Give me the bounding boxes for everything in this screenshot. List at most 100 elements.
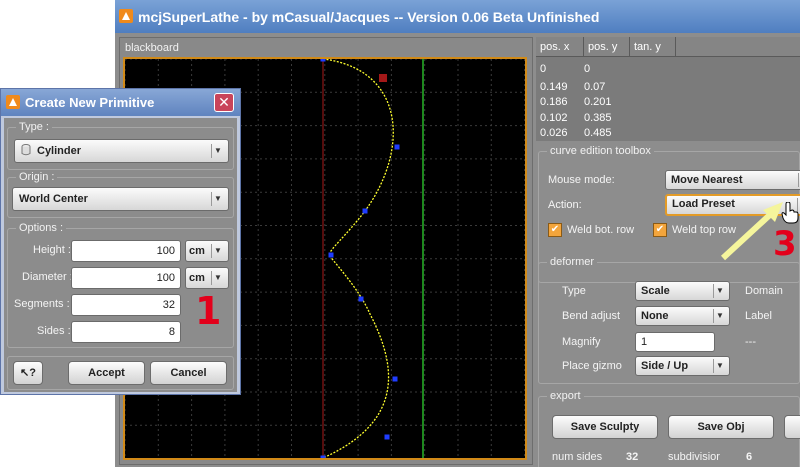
place-gizmo-dropdown[interactable]: Side / Up ▼ [635,356,730,376]
type-dropdown[interactable]: Cylinder ▼ [14,139,229,163]
cylinder-icon [21,144,31,156]
title-bar[interactable]: mcjSuperLathe - by mCasual/Jacques -- Ve… [115,0,800,33]
mouse-mode-dropdown[interactable]: Move Nearest ▼ [665,170,800,190]
deformer-type-dropdown[interactable]: Scale ▼ [635,281,730,301]
segments-input[interactable]: 32 [71,294,181,316]
height-unit-dropdown[interactable]: cm ▼ [185,240,229,262]
type-value: Cylinder [37,145,82,157]
options-group: Options : Height : 100 cm ▼ Diameter : 1… [7,222,234,348]
app-icon [6,95,20,109]
cell-pos-y: 0.201 [584,96,612,108]
check-icon: ✔ [550,224,560,235]
accept-button[interactable]: Accept [68,361,145,385]
help-label: ? [29,367,36,379]
help-cursor-icon: ↖ [20,367,30,379]
cell-pos-y: 0 [584,63,591,75]
cell-pos-x: 0.102 [540,112,568,124]
control-point[interactable] [394,144,400,150]
dash-value: --- [745,336,756,348]
bend-adjust-value: None [641,310,669,322]
place-gizmo-value: Side / Up [641,360,689,372]
height-unit-value: cm [189,245,205,257]
origin-group-title: Origin : [16,171,58,183]
control-point[interactable] [362,208,368,214]
control-point[interactable] [358,296,364,302]
magnify-input[interactable]: 1 [635,332,715,352]
dropdown-arrow-icon: ▼ [211,271,224,285]
bend-adjust-label: Bend adjust [562,310,621,322]
diameter-label: Diameter : [22,271,73,283]
dropdown-arrow-icon: ▼ [713,284,726,298]
subdivision-value: 6 [746,451,753,463]
weld-bottom-checkbox[interactable]: ✔ [548,223,562,237]
origin-value: World Center [19,193,88,205]
position-table: pos. x pos. y tan. y 0 0 0.149 0.07 0.18… [536,37,800,141]
cell-pos-x: 0.186 [540,96,568,108]
origin-dropdown[interactable]: World Center ▼ [12,187,229,211]
diameter-unit-dropdown[interactable]: cm ▼ [185,267,229,289]
weld-bottom-label: Weld bot. row [567,224,635,236]
type-group: Type : Cylinder ▼ [7,121,234,170]
dropdown-arrow-icon: ▼ [713,359,726,373]
mouse-mode-value: Move Nearest [671,174,743,186]
height-label: Height : [33,244,71,256]
deformer-type-value: Scale [641,285,670,297]
cell-pos-x: 0.149 [540,81,568,93]
dialog-title-bar[interactable]: Create New Primitive ✕ [1,89,240,116]
dropdown-arrow-icon: ▼ [211,192,224,206]
dropdown-arrow-icon: ▼ [211,144,224,158]
window-title: mcjSuperLathe - by mCasual/Jacques -- Ve… [138,9,600,25]
dialog-body: Type : Cylinder ▼ Origin : World Center … [4,118,237,392]
check-icon: ✔ [655,224,665,235]
control-point[interactable] [384,434,390,440]
curve-toolbox-title: curve edition toolbox [547,145,654,157]
blackboard-label: blackboard [125,42,179,54]
segments-label: Segments : [14,298,70,310]
export-title: export [547,390,584,402]
sides-input[interactable]: 8 [71,321,181,343]
dialog-title: Create New Primitive [25,95,155,110]
magnify-label: Magnify [562,336,601,348]
deformer-group: deformer Type Scale ▼ Domain Bend adjust… [538,256,800,384]
step-1-annotation: 1 [195,289,222,333]
selected-control-point[interactable] [379,74,387,82]
create-primitive-dialog: Create New Primitive ✕ Type : Cylinder ▼… [0,88,241,395]
hand-cursor-icon [781,202,799,224]
control-point[interactable] [320,455,326,459]
help-button[interactable]: ↖? [13,361,43,385]
cancel-button[interactable]: Cancel [150,361,227,385]
action-label: Action: [548,199,582,211]
label-label: Label [745,310,772,322]
column-header-tan-y[interactable]: tan. y [630,37,676,57]
save-sculpty-button[interactable]: Save Sculpty [552,415,658,439]
close-button[interactable]: ✕ [214,93,234,112]
options-group-title: Options : [16,222,67,234]
column-header-blank [676,37,800,57]
step-3-annotation: 3 [773,224,797,264]
control-point[interactable] [328,252,334,258]
cell-pos-y: 0.385 [584,112,612,124]
mouse-mode-label: Mouse mode: [548,174,615,186]
diameter-unit-value: cm [189,272,205,284]
diameter-input[interactable]: 100 [71,267,181,289]
dialog-buttons-group: ↖? Accept Cancel [7,356,234,390]
num-sides-label: num sides [552,451,603,463]
column-header-pos-y[interactable]: pos. y [584,37,630,57]
export-group: export Save Sculpty Save Obj num sides 3… [538,390,800,467]
close-icon: ✕ [218,94,230,110]
lathe-curve[interactable] [322,59,394,458]
column-header-pos-x[interactable]: pos. x [536,37,584,57]
app-icon [119,9,133,23]
domain-label: Domain [745,285,783,297]
bend-adjust-dropdown[interactable]: None ▼ [635,306,730,326]
cell-pos-y: 0.07 [584,81,606,93]
control-point[interactable] [320,59,326,62]
control-point[interactable] [392,376,398,382]
cell-pos-x: 0.026 [540,127,568,139]
height-input[interactable]: 100 [71,240,181,262]
extra-button[interactable] [784,415,800,439]
num-sides-value: 32 [626,451,639,463]
weld-top-checkbox[interactable]: ✔ [653,223,667,237]
save-obj-button[interactable]: Save Obj [668,415,774,439]
cell-pos-x: 0 [540,63,547,75]
